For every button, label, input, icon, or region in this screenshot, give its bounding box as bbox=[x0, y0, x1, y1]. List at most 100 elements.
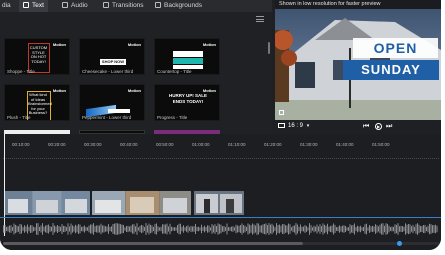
tab-media-partial[interactable]: dia bbox=[2, 0, 11, 12]
waveform-bar bbox=[394, 224, 396, 234]
waveform-bar bbox=[384, 225, 385, 233]
waveform-bar bbox=[301, 226, 303, 232]
template-label: Cheesecake - Lower third bbox=[82, 69, 134, 74]
waveform-bar bbox=[217, 223, 219, 235]
zoom-slider-knob[interactable] bbox=[397, 241, 402, 246]
template-label: Peppermint - Lower third bbox=[82, 115, 132, 120]
play-icon[interactable]: ▶ bbox=[375, 123, 382, 130]
video-clip[interactable] bbox=[194, 191, 244, 215]
waveform-bar bbox=[69, 226, 70, 232]
waveform-bar bbox=[277, 225, 279, 233]
waveform-bar bbox=[435, 224, 436, 234]
motion-badge: Motion bbox=[127, 42, 141, 47]
audio-waveform[interactable] bbox=[0, 220, 441, 238]
motion-badge: Motion bbox=[52, 42, 66, 47]
video-clip[interactable] bbox=[92, 191, 191, 215]
waveform-bar bbox=[339, 225, 340, 233]
waveform-bar bbox=[276, 223, 277, 235]
waveform-bar bbox=[45, 225, 46, 233]
waveform-bar bbox=[411, 226, 412, 232]
waveform-bar bbox=[433, 225, 435, 233]
waveform-bar bbox=[25, 226, 27, 232]
waveform-bar bbox=[255, 225, 256, 233]
waveform-bar bbox=[375, 224, 376, 234]
waveform-bar bbox=[333, 223, 334, 235]
template-label: Countertop - Title bbox=[157, 69, 192, 74]
waveform-bar bbox=[61, 224, 63, 234]
waveform-bar bbox=[424, 224, 426, 234]
skip-forward-icon[interactable]: ⏭ bbox=[386, 123, 392, 130]
clip-thumbnail bbox=[92, 191, 191, 215]
waveform-bar bbox=[186, 226, 187, 232]
waveform-bar bbox=[157, 226, 159, 232]
tab-backgrounds[interactable]: Backgrounds bbox=[155, 0, 202, 12]
waveform-bar bbox=[141, 224, 142, 234]
waveform-bar bbox=[210, 227, 211, 231]
waveform-bar bbox=[22, 227, 24, 231]
waveform-bar bbox=[223, 225, 225, 233]
waveform-bar bbox=[4, 224, 6, 234]
waveform-bar bbox=[27, 224, 28, 234]
waveform-bar bbox=[202, 227, 204, 231]
template-label: Plush - Title bbox=[7, 115, 31, 120]
waveform-bar bbox=[310, 225, 312, 233]
waveform-bar bbox=[385, 223, 387, 235]
timeline-tick: 00:40:00 bbox=[120, 142, 138, 147]
waveform-bar bbox=[306, 226, 307, 232]
waveform-bar bbox=[211, 224, 213, 234]
tab-audio[interactable]: Audio bbox=[62, 0, 88, 12]
waveform-bar bbox=[115, 223, 117, 235]
sign-line-open: OPEN bbox=[373, 40, 418, 56]
waveform-bar bbox=[264, 223, 265, 235]
template-caption: What kind of Ideas Brainstormed for your… bbox=[28, 92, 52, 115]
template-caption: HURRY UP! SALE ENDS TODAY! bbox=[168, 93, 207, 104]
aspect-ratio-select[interactable]: 16 : 9 ▾ bbox=[278, 123, 309, 129]
waveform-bar bbox=[40, 225, 42, 233]
waveform-bar bbox=[48, 224, 49, 234]
waveform-bar bbox=[10, 225, 12, 233]
audio-icon bbox=[62, 2, 68, 8]
waveform-bar bbox=[216, 225, 217, 233]
waveform-bar bbox=[414, 226, 415, 232]
video-preview[interactable]: Shown in low resolution for faster previ… bbox=[275, 0, 441, 122]
waveform-bar bbox=[135, 226, 136, 232]
template-label: Progress - Title bbox=[157, 115, 188, 120]
chevron-down-icon: ▾ bbox=[306, 123, 310, 129]
waveform-bar bbox=[430, 224, 432, 234]
waveform-bar bbox=[246, 226, 247, 232]
waveform-bar bbox=[81, 226, 82, 232]
waveform-bar bbox=[265, 223, 267, 235]
skip-back-icon[interactable]: ⏮ bbox=[363, 123, 369, 130]
waveform-bar bbox=[96, 225, 97, 233]
waveform-bar bbox=[300, 224, 301, 234]
tab-text[interactable]: Text bbox=[19, 0, 48, 12]
waveform-bar bbox=[51, 226, 52, 232]
waveform-bar bbox=[280, 225, 282, 233]
waveform-bar bbox=[124, 227, 126, 231]
waveform-bar bbox=[355, 227, 357, 231]
waveform-bar bbox=[183, 225, 184, 233]
waveform-bar bbox=[3, 225, 4, 233]
menu-icon[interactable] bbox=[256, 16, 264, 22]
waveform-bar bbox=[387, 223, 388, 235]
video-clip[interactable] bbox=[4, 191, 90, 215]
waveform-bar bbox=[241, 223, 243, 235]
waveform-bar bbox=[382, 223, 384, 235]
waveform-bar bbox=[181, 226, 183, 232]
waveform-bar bbox=[390, 227, 391, 231]
waveform-bar bbox=[13, 223, 15, 235]
waveform-bar bbox=[204, 225, 205, 233]
waveform-bar bbox=[303, 226, 304, 232]
waveform-bar bbox=[117, 223, 118, 235]
waveform-bar bbox=[138, 227, 139, 231]
timeline-scrollbar[interactable] bbox=[3, 242, 303, 245]
waveform-bar bbox=[147, 225, 148, 233]
waveform-bar bbox=[256, 223, 258, 235]
waveform-bar bbox=[364, 224, 366, 234]
panel-resize-handle[interactable] bbox=[268, 42, 270, 54]
waveform-bar bbox=[192, 226, 193, 232]
tab-transitions[interactable]: Transitions bbox=[103, 0, 144, 12]
preview-handle-icon[interactable] bbox=[279, 110, 284, 115]
waveform-bar bbox=[304, 225, 306, 233]
waveform-bar bbox=[175, 227, 177, 231]
